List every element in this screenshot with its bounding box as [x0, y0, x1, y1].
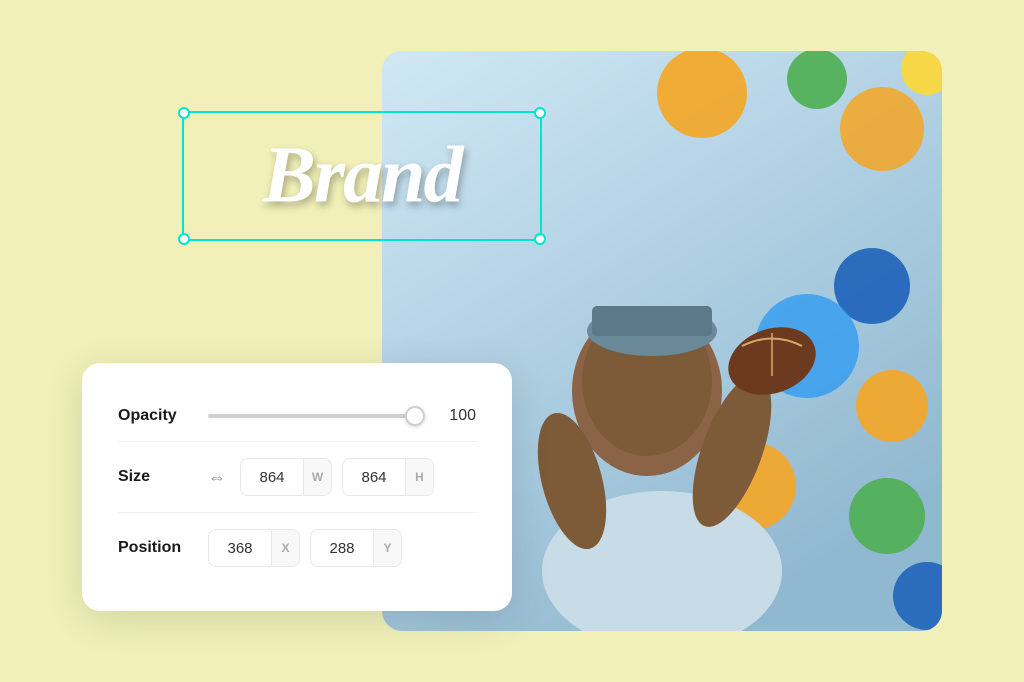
brand-text[interactable]: Brand	[263, 131, 462, 222]
position-x-field[interactable]	[209, 530, 271, 566]
opacity-value: 100	[440, 407, 476, 425]
position-x-input[interactable]: X	[208, 529, 300, 567]
corner-handle-br[interactable]	[534, 233, 546, 245]
corner-handle-bl[interactable]	[178, 233, 190, 245]
size-controls: ⇔ W H	[208, 458, 434, 496]
size-width-field[interactable]	[241, 459, 303, 495]
position-label: Position	[118, 539, 208, 557]
position-y-unit: Y	[373, 530, 401, 566]
properties-panel: Opacity 100 Size ⇔ W H	[82, 363, 512, 611]
position-controls: X Y	[208, 529, 402, 567]
size-width-input[interactable]: W	[240, 458, 332, 496]
opacity-slider-fill	[208, 414, 424, 418]
position-y-input[interactable]: Y	[310, 529, 402, 567]
size-label: Size	[118, 468, 208, 486]
size-height-input[interactable]: H	[342, 458, 434, 496]
opacity-row: Opacity 100	[118, 391, 476, 441]
position-row: Position X Y	[118, 512, 476, 583]
opacity-label: Opacity	[118, 407, 208, 425]
size-width-unit: W	[303, 459, 331, 495]
opacity-slider-container: 100	[208, 407, 476, 425]
size-height-unit: H	[405, 459, 433, 495]
link-icon[interactable]: ⇔	[208, 467, 226, 488]
opacity-slider-thumb[interactable]	[405, 406, 425, 426]
corner-handle-tl[interactable]	[178, 107, 190, 119]
brand-selection-box[interactable]: Brand	[182, 111, 542, 241]
opacity-slider-track[interactable]	[208, 414, 424, 418]
position-x-unit: X	[271, 530, 299, 566]
position-y-field[interactable]	[311, 530, 373, 566]
size-height-field[interactable]	[343, 459, 405, 495]
size-row: Size ⇔ W H	[118, 441, 476, 512]
corner-handle-tr[interactable]	[534, 107, 546, 119]
main-scene: Brand Opacity 100 Size ⇔ W	[82, 51, 942, 631]
